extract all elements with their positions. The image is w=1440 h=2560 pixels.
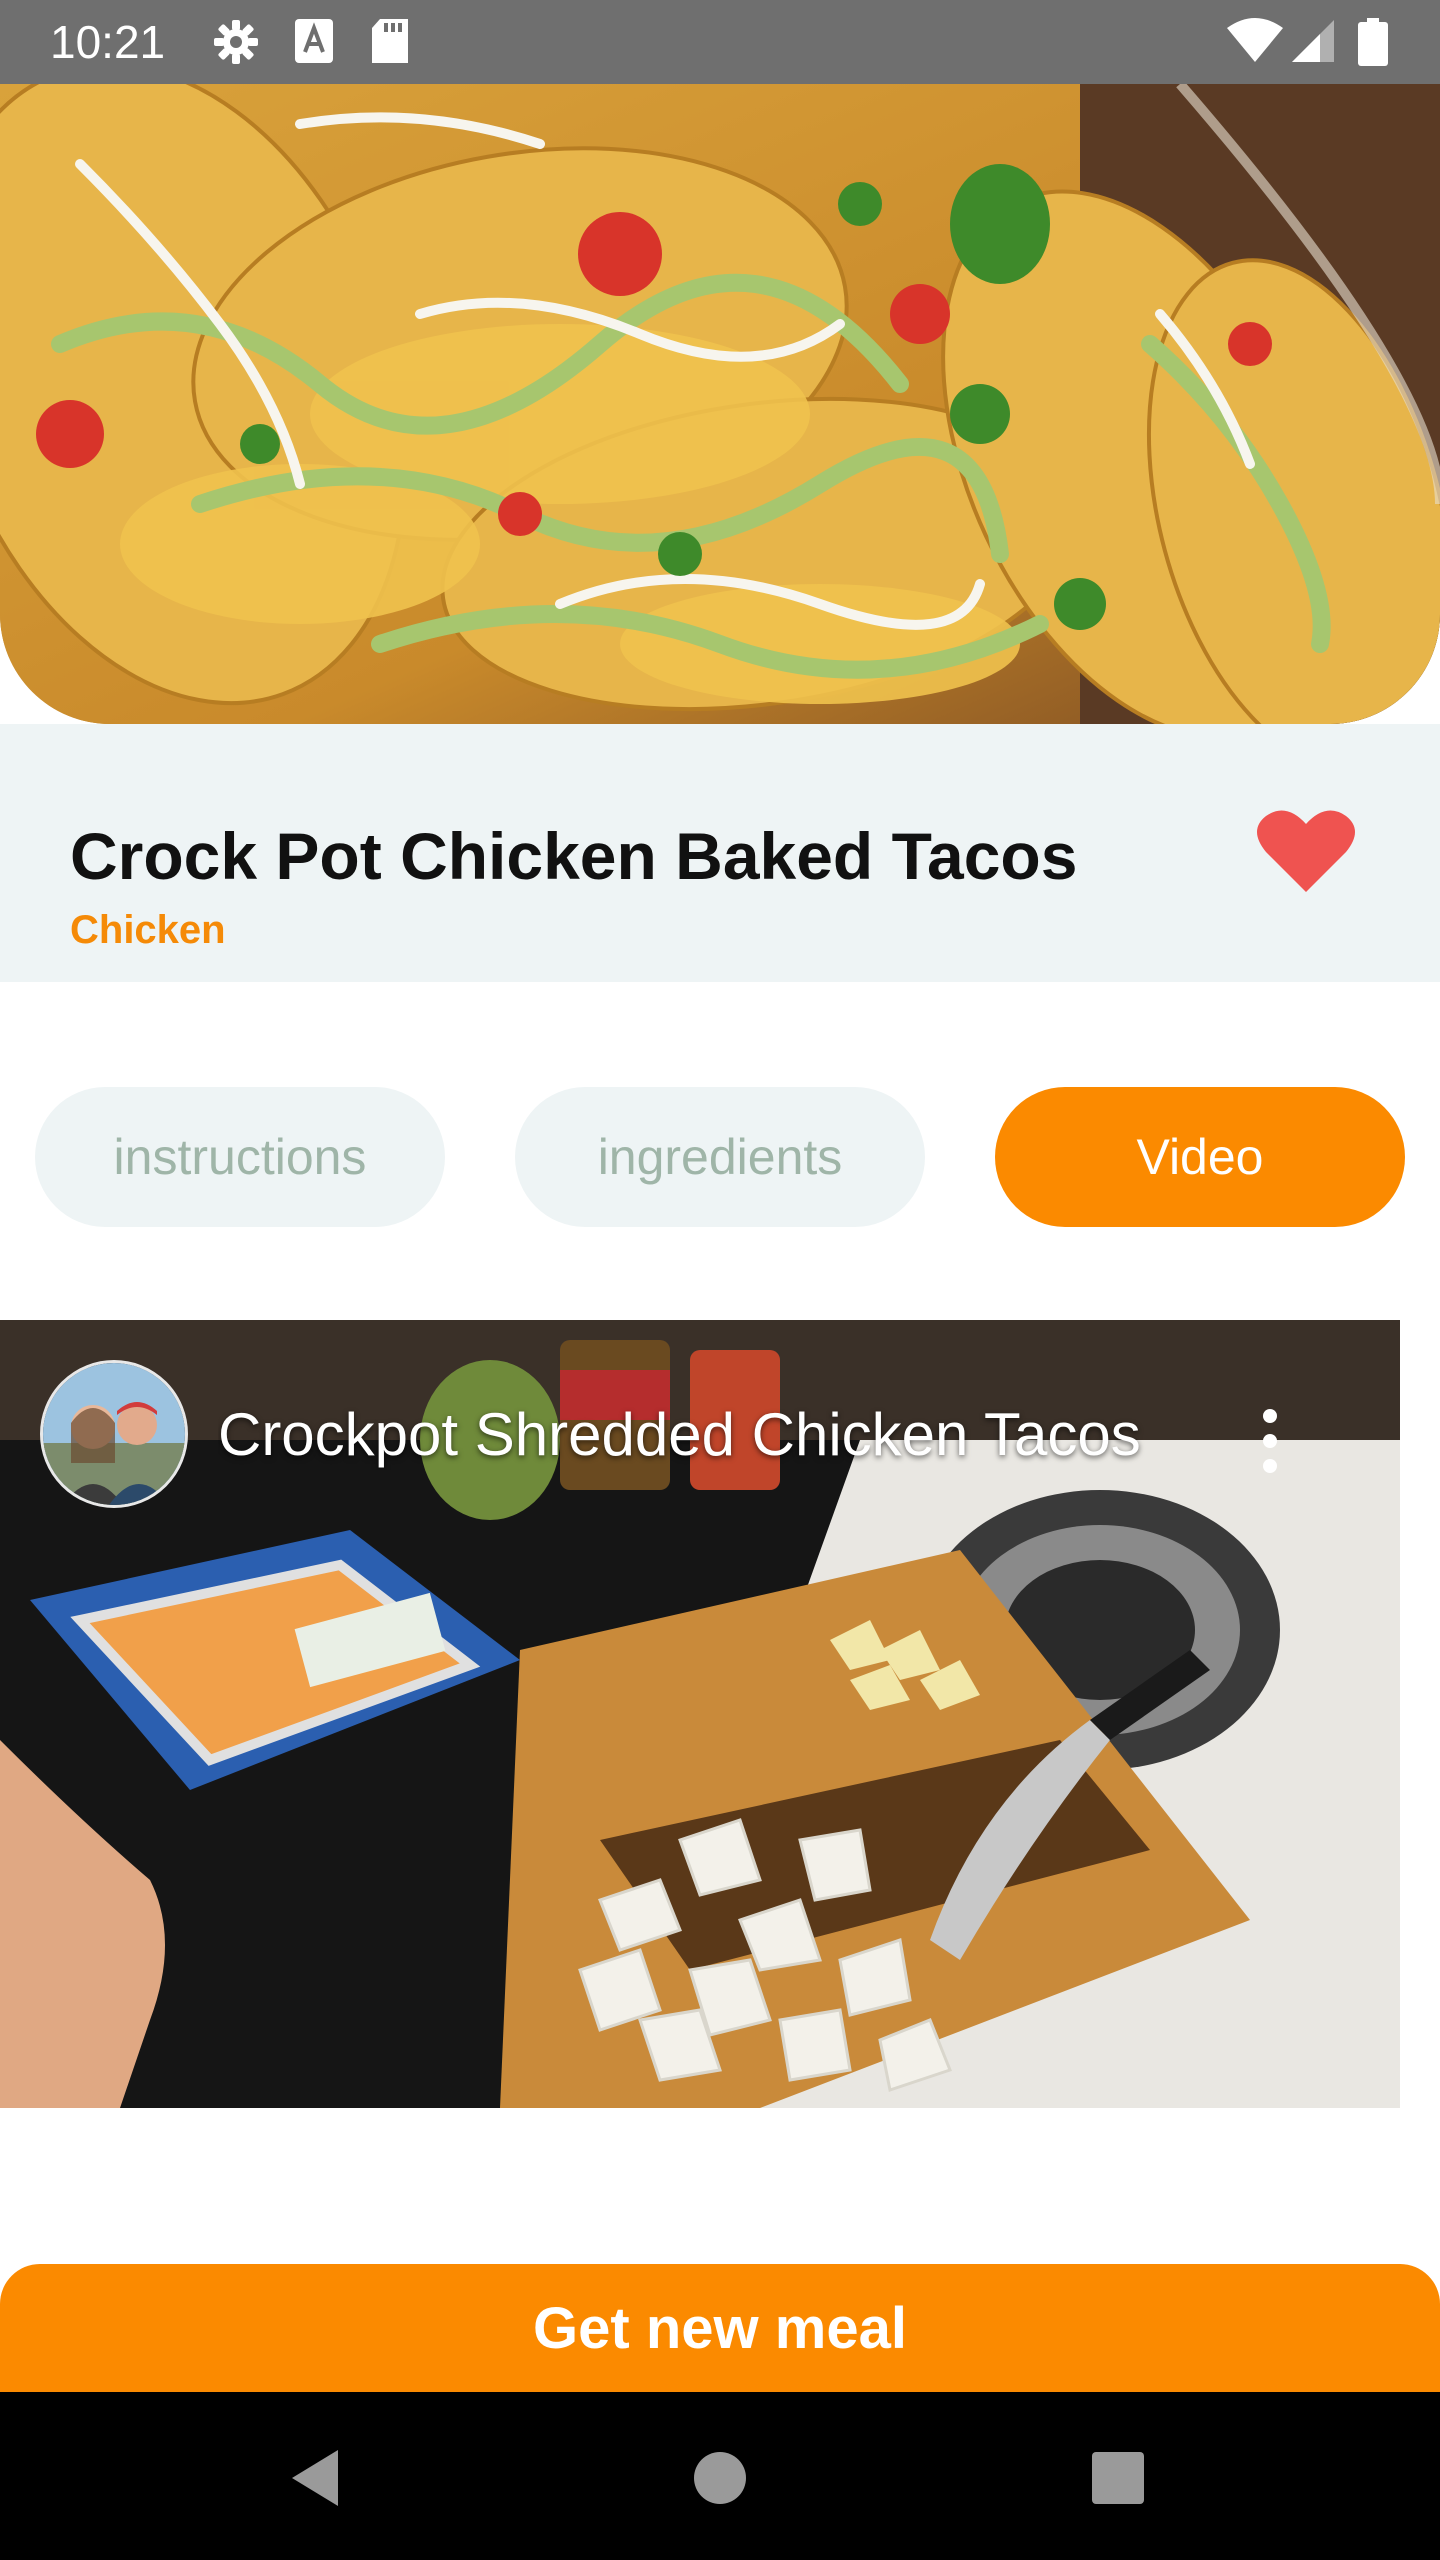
system-nav-bar (0, 2392, 1440, 2560)
tab-video[interactable]: Video (995, 1087, 1405, 1227)
more-vertical-icon[interactable] (1250, 1406, 1290, 1476)
cell-signal-icon (1292, 20, 1334, 62)
tab-ingredients[interactable]: ingredients (515, 1087, 925, 1227)
font-a-icon (295, 19, 333, 63)
status-time: 10:21 (50, 16, 166, 68)
meal-header: Crock Pot Chicken Baked Tacos Chicken (0, 724, 1440, 982)
home-icon[interactable] (680, 2438, 760, 2518)
battery-icon (1358, 18, 1388, 66)
tab-instructions[interactable]: instructions (35, 1087, 445, 1227)
channel-avatar[interactable] (40, 1360, 188, 1508)
favorite-heart-icon[interactable] (1256, 806, 1356, 896)
wifi-icon (1227, 18, 1283, 62)
meal-hero-image (0, 84, 1440, 724)
status-bar: 10:21 (0, 0, 1440, 84)
sd-card-icon (372, 19, 408, 63)
back-icon[interactable] (278, 2438, 358, 2518)
meal-category: Chicken (70, 908, 226, 952)
meal-title: Crock Pot Chicken Baked Tacos (70, 819, 1078, 893)
gear-icon (214, 20, 258, 64)
video-title: Crockpot Shredded Chicken Tacos (218, 1401, 1141, 1468)
recents-icon[interactable] (1078, 2438, 1158, 2518)
video-player[interactable]: Crockpot Shredded Chicken Tacos (0, 1320, 1400, 2108)
get-new-meal-button[interactable]: Get new meal (0, 2264, 1440, 2392)
